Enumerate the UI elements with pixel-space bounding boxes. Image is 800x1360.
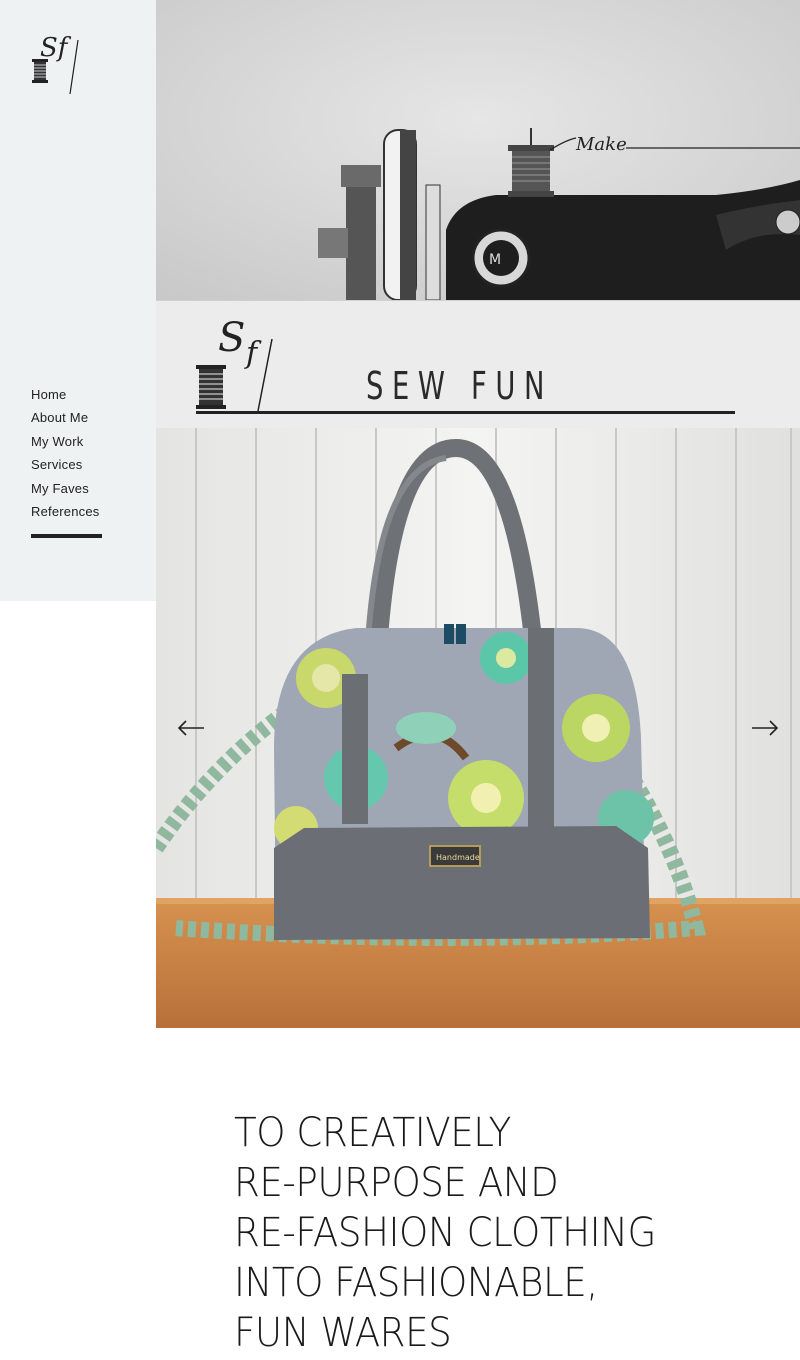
slider-prev-button[interactable] — [174, 713, 208, 743]
image-slider[interactable]: Handmade — [156, 428, 800, 1028]
bag-label: Handmade — [436, 853, 480, 862]
sewing-machine-header-image: M Make — [156, 0, 800, 300]
tagline-line: TO CREATIVELY — [234, 1110, 511, 1156]
tagline-line: FUN WARES — [234, 1310, 452, 1356]
brand-banner: S f SEW FUN — [156, 300, 800, 430]
spool-needle-logo-icon: S f — [196, 315, 273, 412]
nav-about-me[interactable]: About Me — [31, 407, 99, 429]
spool-logo-icon: Sf — [32, 33, 79, 95]
arrow-left-icon — [177, 720, 204, 736]
logo-mark: Sf — [40, 33, 72, 63]
handbag-photo: Handmade — [156, 428, 800, 1028]
tagline-line: RE-PURPOSE AND — [234, 1160, 559, 1206]
nav-references[interactable]: References — [31, 501, 99, 523]
sidebar: Sf Home About Me My Work Services My Fav… — [0, 0, 156, 601]
sewing-machine-illustration: M Make — [156, 0, 800, 300]
tagline-line: RE-FASHION CLOTHING — [234, 1210, 656, 1256]
tagline-line: INTO FASHIONABLE, — [234, 1260, 598, 1306]
nav-my-faves[interactable]: My Faves — [31, 478, 99, 500]
main-nav: Home About Me My Work Services My Faves … — [31, 384, 99, 524]
svg-text:S: S — [218, 315, 245, 361]
machine-script-word: Make — [575, 134, 627, 155]
nav-services[interactable]: Services — [31, 454, 99, 476]
banner-logo: S f — [192, 311, 282, 413]
mission-statement: TO CREATIVELY RE-PURPOSE AND RE-FASHION … — [234, 1108, 774, 1358]
nav-home[interactable]: Home — [31, 384, 99, 406]
slider-next-button[interactable] — [748, 713, 782, 743]
svg-text:f: f — [244, 336, 262, 371]
banner-underline — [196, 411, 735, 414]
site-logo-link[interactable]: Sf — [26, 26, 86, 96]
nav-my-work[interactable]: My Work — [31, 431, 99, 453]
svg-text:M: M — [489, 252, 501, 268]
arrow-right-icon — [752, 720, 779, 736]
nav-underline — [31, 534, 102, 538]
site-title: SEW FUN — [366, 364, 554, 409]
